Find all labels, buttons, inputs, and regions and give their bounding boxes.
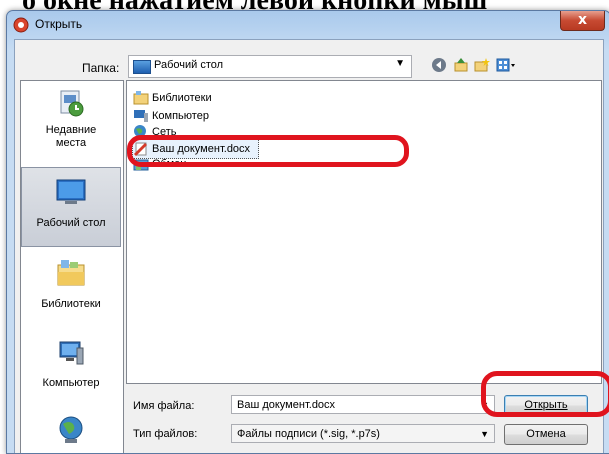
- file-list: Библиотеки Компьютер Сеть Ваш документ.d…: [126, 80, 602, 384]
- desktop-icon: [133, 60, 151, 74]
- highlight-oval: [127, 135, 409, 167]
- filename-input[interactable]: Ваш документ.docx ▼: [231, 395, 495, 414]
- chevron-down-icon: ▼: [395, 58, 405, 69]
- close-icon: x: [577, 12, 588, 28]
- place-libraries[interactable]: Библиотеки: [21, 257, 121, 310]
- title-bar[interactable]: Открыть x: [7, 11, 609, 39]
- app-icon: [13, 17, 29, 33]
- new-folder-icon[interactable]: [474, 57, 490, 73]
- close-button[interactable]: x: [560, 11, 605, 31]
- list-item[interactable]: Библиотеки: [133, 89, 212, 107]
- place-network[interactable]: [21, 414, 121, 449]
- filetype-select[interactable]: Файлы подписи (*.sig, *.p7s) ▼: [231, 424, 495, 443]
- filetype-value: Файлы подписи (*.sig, *.p7s): [237, 428, 380, 440]
- chevron-down-icon[interactable]: ▼: [480, 425, 489, 443]
- libraries-icon: [133, 91, 149, 105]
- place-computer[interactable]: Компьютер: [21, 336, 121, 389]
- libraries-icon: [57, 260, 85, 286]
- cancel-button-label: Отмена: [526, 428, 566, 440]
- filename-label: Имя файла:: [133, 400, 195, 412]
- filetype-label: Тип файлов:: [133, 428, 198, 440]
- folder-value: Рабочий стол: [154, 59, 224, 71]
- computer-icon: [134, 110, 148, 123]
- open-dialog: Открыть x Папка: Рабочий стол ▼ Недавние…: [6, 10, 609, 454]
- folder-label: Папка:: [82, 61, 120, 75]
- place-desktop[interactable]: Рабочий стол: [21, 167, 121, 247]
- cancel-button[interactable]: Отмена: [504, 424, 588, 445]
- open-highlight-oval: [481, 371, 609, 417]
- place-label: Недавние места: [45, 124, 97, 149]
- desktop-icon: [56, 179, 86, 204]
- computer-icon: [59, 341, 84, 365]
- place-label: Компьютер: [42, 377, 100, 389]
- back-icon[interactable]: [431, 57, 447, 73]
- filename-value: Ваш документ.docx: [237, 399, 336, 411]
- place-label: Рабочий стол: [36, 217, 106, 229]
- folder-combo[interactable]: Рабочий стол ▼: [128, 55, 412, 78]
- recent-places-icon: [60, 90, 84, 117]
- network-icon: [59, 416, 83, 443]
- place-label: Библиотеки: [41, 298, 101, 310]
- up-folder-icon[interactable]: [453, 57, 469, 73]
- view-menu-icon[interactable]: [496, 57, 516, 73]
- places-bar: Недавние места Рабочий стол Библиотеки К…: [20, 80, 124, 453]
- window-title: Открыть: [35, 17, 83, 31]
- file-name: Компьютер: [152, 110, 209, 122]
- place-recent[interactable]: Недавние места: [21, 87, 121, 150]
- file-name: Библиотеки: [152, 92, 212, 104]
